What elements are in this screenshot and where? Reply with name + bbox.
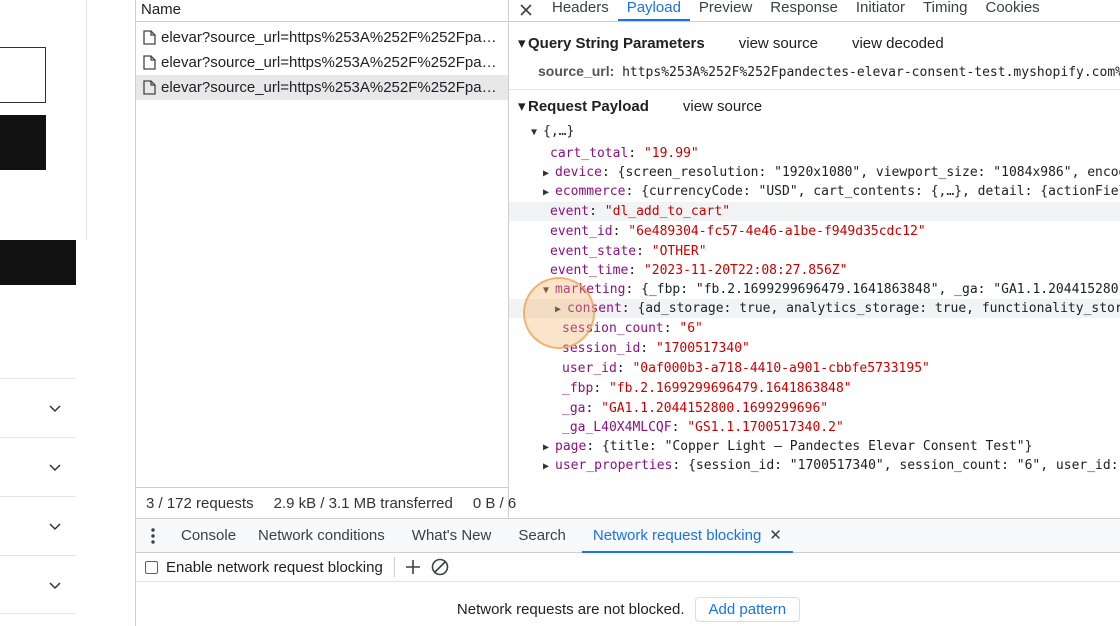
tree-node[interactable]: event_state: "OTHER" <box>550 242 707 261</box>
tab-headers[interactable]: Headers <box>543 0 618 21</box>
view-source-link[interactable]: view source <box>739 35 818 52</box>
webpage-area <box>0 0 135 626</box>
tab-whats-new[interactable]: What's New <box>396 519 508 553</box>
section-title: Query String Parameters <box>528 34 705 52</box>
plus-icon[interactable] <box>405 559 421 575</box>
blocking-toolbar: Enable network request blocking <box>136 553 1120 582</box>
request-detail: Headers Payload Preview Response Initiat… <box>509 0 1120 518</box>
accordion-row[interactable] <box>0 378 76 437</box>
param-key: source_url: <box>538 63 615 79</box>
request-payload-header[interactable]: ▾ Request Payload view source <box>509 94 796 118</box>
request-count: 3 / 172 requests <box>146 494 254 512</box>
tab-response[interactable]: Response <box>761 0 847 21</box>
tree-node[interactable]: ▶ page: {title: "Copper Light – Pandectes… <box>543 437 1032 456</box>
tab-console[interactable]: Console <box>170 519 247 553</box>
status-bar: 3 / 172 requests 2.9 kB / 3.1 MB transfe… <box>136 487 516 518</box>
devtools-panel: Name elevar?source_url=https%253A%252F%2… <box>135 0 1120 626</box>
view-source-link[interactable]: view source <box>683 98 762 115</box>
document-icon <box>143 80 156 95</box>
view-decoded-link[interactable]: view decoded <box>852 35 944 52</box>
triangle-right-icon: ▶ <box>543 442 550 453</box>
request-row-selected[interactable]: elevar?source_url=https%253A%252F%252Fpa… <box>136 75 508 100</box>
tree-node[interactable]: event_time: "2023-11-20T22:08:27.856Z" <box>550 261 847 280</box>
request-name: elevar?source_url=https%253A%252F%252Fpa… <box>161 54 501 71</box>
tree-node[interactable]: event_id: "6e489304-fc57-4e46-a1be-f949d… <box>550 222 926 241</box>
tab-network-request-blocking[interactable]: Network request blocking ✕ <box>581 519 793 553</box>
tree-node[interactable]: session_id: "1700517340" <box>562 339 750 358</box>
tree-node[interactable]: ▼ marketing: {_fbp: "fb.2.1699299696479.1… <box>543 280 1119 299</box>
triangle-down-icon: ▼ <box>531 127 538 138</box>
tree-node[interactable]: cart_total: "19.99" <box>550 144 699 163</box>
query-param-row: source_url: https%253A%252F%252Fpandecte… <box>538 62 1120 80</box>
drawer-tabs: Console Network conditions What's New Se… <box>136 519 1120 553</box>
chevron-down-icon <box>49 523 61 531</box>
tab-initiator[interactable]: Initiator <box>847 0 914 21</box>
tab-label: Network request blocking <box>592 526 762 544</box>
add-pattern-button[interactable]: Add pattern <box>694 597 801 622</box>
panel-border <box>86 0 87 240</box>
tab-cookies[interactable]: Cookies <box>976 0 1048 21</box>
divider <box>509 89 1120 90</box>
tree-node[interactable]: _ga_L40X4MLCQF: "GS1.1.1700517340.2" <box>562 418 844 437</box>
close-icon[interactable] <box>509 0 543 21</box>
tree-node[interactable]: _ga: "GA1.1.2044152800.1699299696" <box>562 399 828 418</box>
tab-timing[interactable]: Timing <box>914 0 976 21</box>
triangle-down-icon: ▾ <box>518 35 526 52</box>
accordion-row[interactable] <box>0 437 76 496</box>
triangle-right-icon: ▶ <box>543 461 550 472</box>
request-list: Name elevar?source_url=https%253A%252F%2… <box>136 0 516 518</box>
document-icon <box>143 55 156 70</box>
tab-network-conditions[interactable]: Network conditions <box>247 519 396 553</box>
request-row[interactable]: elevar?source_url=https%253A%252F%252Fpa… <box>136 25 508 50</box>
close-icon[interactable]: ✕ <box>769 527 782 544</box>
tree-node[interactable]: ▶ consent: {ad_storage: true, analytics_s… <box>555 299 1120 318</box>
tab-search[interactable]: Search <box>507 519 582 553</box>
chevron-down-icon <box>49 464 61 472</box>
chevron-down-icon <box>49 582 61 590</box>
request-row[interactable]: elevar?source_url=https%253A%252F%252Fpa… <box>136 50 508 75</box>
chevron-down-icon <box>49 405 61 413</box>
tab-payload[interactable]: Payload <box>617 0 690 21</box>
section-title: Request Payload <box>528 97 649 115</box>
divider <box>393 557 395 577</box>
detail-tabs: Headers Payload Preview Response Initiat… <box>509 0 1120 22</box>
empty-message: Network requests are not blocked. <box>456 601 685 618</box>
transferred-size: 2.9 kB / 3.1 MB transferred <box>273 494 453 512</box>
query-params-header[interactable]: ▾ Query String Parameters view source vi… <box>509 31 978 55</box>
black-button-wide[interactable] <box>0 240 76 285</box>
tab-preview[interactable]: Preview <box>690 0 761 21</box>
block-icon[interactable] <box>431 558 449 576</box>
more-vert-icon[interactable] <box>136 527 170 544</box>
name-column-header[interactable]: Name <box>136 0 508 22</box>
blocking-empty-state: Network requests are not blocked. Add pa… <box>136 592 1120 626</box>
request-name: elevar?source_url=https%253A%252F%252Fpa… <box>161 79 501 96</box>
enable-blocking-checkbox[interactable] <box>145 560 158 574</box>
accordion-row[interactable] <box>0 555 76 614</box>
payload-root[interactable]: ▼ {,…} <box>531 122 574 141</box>
black-button[interactable] <box>0 115 46 170</box>
tree-node[interactable]: ▶ user_properties: {session_id: "17005173… <box>543 456 1119 475</box>
accordion-row[interactable] <box>0 496 76 555</box>
tree-node[interactable]: ▶ device: {screen_resolution: "1920x1080"… <box>543 163 1120 182</box>
enable-blocking-label[interactable]: Enable network request blocking <box>166 559 383 576</box>
drawer: Console Network conditions What's New Se… <box>136 518 1120 626</box>
outlined-box[interactable] <box>0 47 46 103</box>
request-name: elevar?source_url=https%253A%252F%252Fpa… <box>161 29 501 46</box>
tree-node[interactable]: event: "dl_add_to_cart" <box>550 202 730 221</box>
tree-node[interactable]: _fbp: "fb.2.1699299696479.1641863848" <box>562 379 852 398</box>
tree-node[interactable]: ▶ ecommerce: {currencyCode: "USD", cart_c… <box>543 182 1120 201</box>
document-icon <box>143 30 156 45</box>
triangle-right-icon: ▶ <box>543 187 550 198</box>
param-value: https%253A%252F%252Fpandectes-elevar-con… <box>622 65 1120 80</box>
tree-node[interactable]: user_id: "0af000b3-a718-4410-a901-cbbfe5… <box>562 359 930 378</box>
cursor-highlight <box>523 277 595 349</box>
triangle-right-icon: ▶ <box>543 168 550 179</box>
triangle-down-icon: ▾ <box>518 98 526 115</box>
